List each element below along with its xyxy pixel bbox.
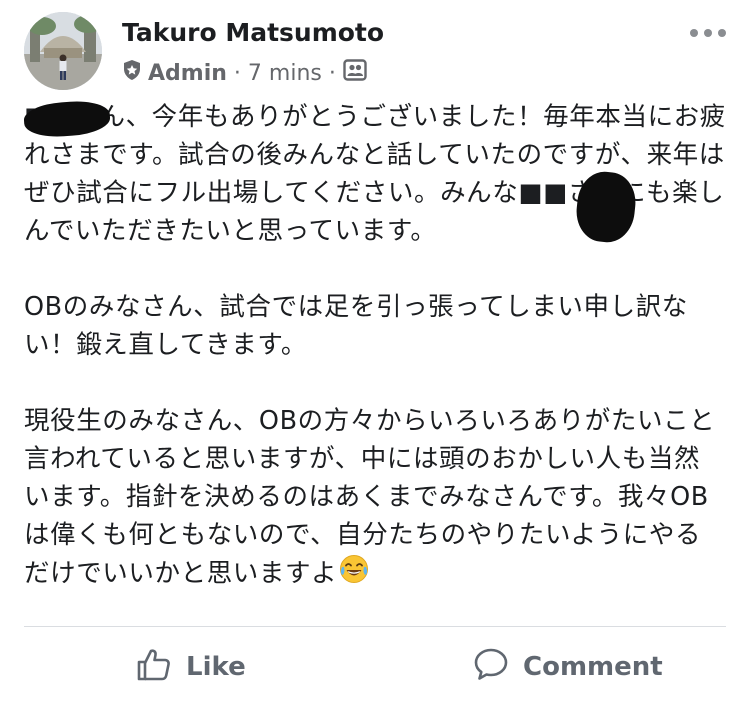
like-button[interactable]: Like	[136, 636, 246, 698]
meta-separator: ·	[328, 60, 336, 86]
post-paragraph-3: 現役生のみなさん、OBの方々からいろいろありがたいこと言われていると思いますが、…	[24, 402, 726, 595]
like-label: Like	[186, 652, 246, 682]
post-timestamp[interactable]: 7 mins	[248, 61, 322, 86]
comment-button[interactable]: Comment	[473, 636, 663, 698]
more-options-button[interactable]	[690, 26, 726, 40]
more-dot	[690, 29, 698, 37]
avatar[interactable]	[24, 12, 102, 90]
admin-role-label: Admin	[148, 60, 227, 86]
post-actions-bar: Like Comment	[0, 636, 750, 698]
thumbs-up-icon	[136, 646, 186, 689]
author-name[interactable]: Takuro Matsumoto	[122, 18, 384, 47]
admin-shield-icon	[122, 59, 142, 87]
group-icon	[343, 59, 367, 87]
more-dot	[704, 29, 712, 37]
comment-bubble-icon	[473, 646, 523, 689]
post-meta: Admin · 7 mins ·	[122, 58, 367, 88]
more-dot	[718, 29, 726, 37]
post-paragraph-2: OBのみなさん、試合では足を引っ張ってしまい申し訳ない！鍛え直してきます。	[24, 292, 688, 360]
post-body: ■■さん、今年もありがとうございました！毎年本当にお疲れさまです。試合の後みんな…	[24, 98, 726, 595]
post-header: Takuro Matsumoto Admin · 7 mins ·	[24, 12, 726, 92]
comment-label: Comment	[523, 652, 663, 682]
meta-separator: ·	[233, 60, 241, 86]
post-paragraph-3-text: 現役生のみなさん、OBの方々からいろいろありがたいこと言われていると思いますが、…	[24, 406, 716, 589]
actions-divider	[24, 626, 726, 627]
laughing-with-tears-emoji	[339, 554, 369, 595]
